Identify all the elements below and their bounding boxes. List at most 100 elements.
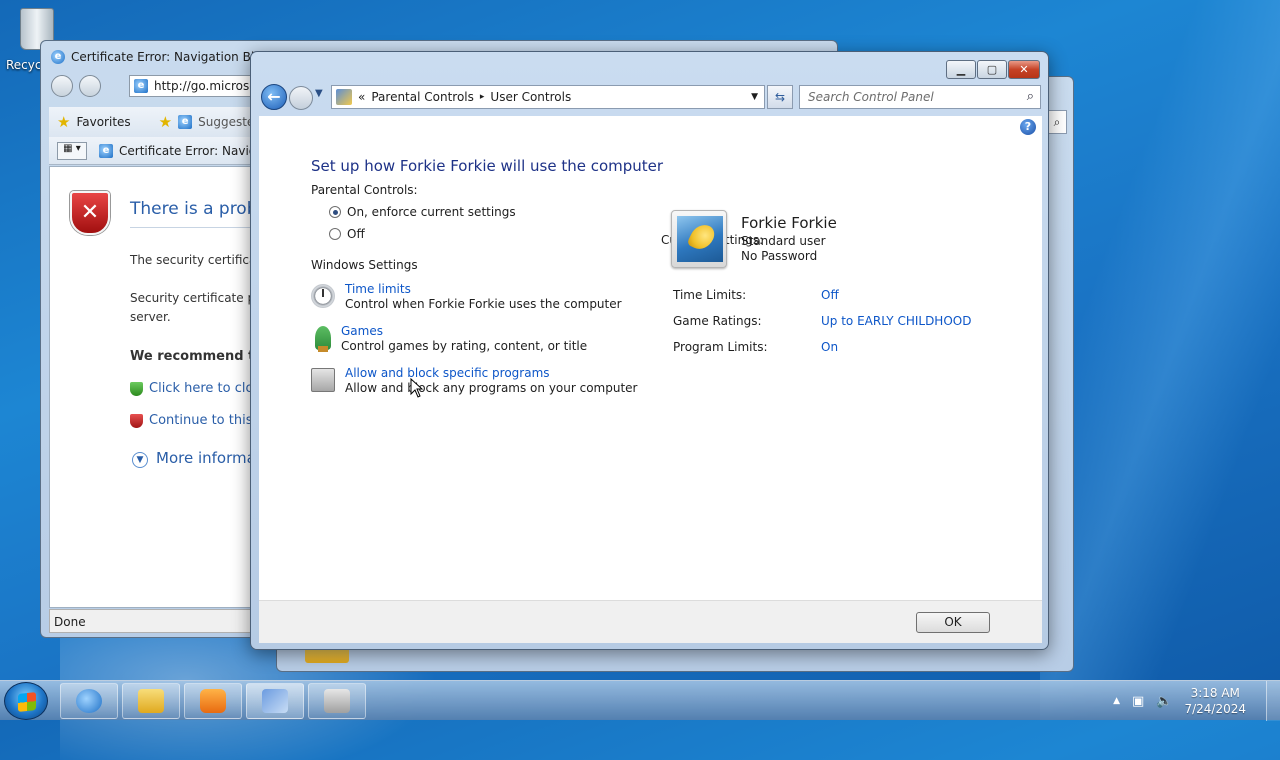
quick-tabs-icon[interactable]: ▦ ▾ bbox=[57, 141, 87, 160]
radio-on-label: On, enforce current settings bbox=[347, 205, 516, 219]
start-button[interactable] bbox=[4, 682, 48, 720]
taskbar: ▲ ▣ 🔈 3:18 AM 7/24/2024 bbox=[0, 680, 1280, 721]
content-area: ? Set up how Forkie Forkie will use the … bbox=[259, 116, 1042, 600]
summary-game-ratings-value: Up to EARLY CHILDHOOD bbox=[821, 314, 972, 328]
address-dropdown-icon[interactable]: ▼ bbox=[751, 92, 758, 102]
suggested-sites-icon: e bbox=[178, 115, 193, 129]
ie-text-line2b: server. bbox=[130, 310, 171, 324]
ie-taskbar-icon bbox=[76, 689, 102, 713]
windows-settings-label: Windows Settings bbox=[311, 258, 418, 272]
system-tray: ▲ ▣ 🔈 3:18 AM 7/24/2024 bbox=[1113, 681, 1272, 721]
summary-game-ratings-label: Game Ratings: bbox=[673, 314, 762, 328]
ie-text-line2a: Security certificate p bbox=[130, 291, 256, 305]
address-bar[interactable]: « Parental Controls ▸ User Controls ▼ bbox=[331, 85, 765, 109]
favorites-button[interactable]: Favorites bbox=[76, 115, 130, 129]
taskbar-program[interactable] bbox=[308, 683, 366, 719]
control-panel-taskbar-icon bbox=[262, 689, 288, 713]
close-page-link[interactable]: Click here to clos bbox=[130, 381, 260, 396]
ie-tab[interactable]: Certificate Error: Navigati bbox=[119, 144, 272, 158]
programs-link[interactable]: Allow and block specific programs bbox=[345, 366, 638, 381]
breadcrumb-overflow[interactable]: « bbox=[358, 90, 365, 104]
show-desktop-button[interactable] bbox=[1266, 681, 1280, 721]
favorites-star-icon: ★ bbox=[57, 113, 71, 131]
user-avatar bbox=[671, 210, 727, 268]
windows-logo-icon bbox=[18, 692, 36, 712]
page-title: Set up how Forkie Forkie will use the co… bbox=[311, 157, 664, 175]
avatar-image bbox=[677, 216, 723, 262]
forward-button[interactable] bbox=[289, 86, 313, 110]
help-icon[interactable]: ? bbox=[1020, 119, 1036, 135]
ie-back-button[interactable] bbox=[51, 75, 73, 97]
desktop-streak bbox=[1040, 0, 1280, 720]
expand-icon: ▼ bbox=[132, 452, 148, 468]
breadcrumb-parental-controls[interactable]: Parental Controls bbox=[371, 90, 474, 104]
refresh-button[interactable]: ⇆ bbox=[767, 85, 793, 109]
add-favorite-icon[interactable]: ★ bbox=[159, 113, 172, 131]
close-page-text: Click here to clos bbox=[149, 381, 261, 396]
setting-time-limits[interactable]: Time limits Control when Forkie Forkie u… bbox=[311, 282, 622, 312]
parental-controls-window[interactable]: ▁ ▢ ✕ ← ▼ « Parental Controls ▸ User Con… bbox=[250, 51, 1049, 650]
network-icon[interactable]: ▣ bbox=[1132, 694, 1144, 709]
media-player-icon bbox=[200, 689, 226, 713]
radio-off-option[interactable]: Off bbox=[329, 227, 365, 241]
more-info-text: More informa bbox=[156, 449, 256, 467]
ie-recommend: We recommend th bbox=[130, 349, 264, 364]
setting-games[interactable]: Games Control games by rating, content, … bbox=[311, 324, 587, 354]
tab-page-icon: e bbox=[99, 143, 113, 158]
breadcrumb-separator-icon[interactable]: ▸ bbox=[480, 92, 485, 102]
maximize-button[interactable]: ▢ bbox=[977, 60, 1007, 79]
ie-divider bbox=[130, 227, 250, 228]
background-search-icon: ⌕ bbox=[1047, 110, 1067, 134]
minimize-button[interactable]: ▁ bbox=[946, 60, 976, 79]
summary-program-limits-label: Program Limits: bbox=[673, 340, 768, 354]
summary-time-limits-value: Off bbox=[821, 288, 839, 302]
error-shield-icon: ✕ bbox=[70, 191, 110, 235]
close-button[interactable]: ✕ bbox=[1008, 60, 1040, 79]
back-button[interactable]: ← bbox=[261, 84, 287, 110]
radio-off-label: Off bbox=[347, 227, 365, 241]
ie-address-text: http://go.microsoft bbox=[154, 79, 266, 93]
tray-time: 3:18 AM bbox=[1190, 686, 1240, 700]
trophy-icon bbox=[315, 326, 331, 352]
taskbar-explorer[interactable] bbox=[122, 683, 180, 719]
green-shield-icon bbox=[130, 381, 143, 396]
ie-title: e Certificate Error: Navigation Blocke bbox=[51, 50, 282, 64]
clock-icon bbox=[311, 284, 335, 308]
radio-off-icon[interactable] bbox=[329, 228, 341, 240]
caption-buttons: ▁ ▢ ✕ bbox=[946, 60, 1040, 79]
time-limits-link[interactable]: Time limits bbox=[345, 282, 622, 297]
continue-text: Continue to this bbox=[149, 413, 253, 428]
show-hidden-icons[interactable]: ▲ bbox=[1113, 696, 1120, 706]
setting-programs[interactable]: Allow and block specific programs Allow … bbox=[311, 366, 638, 396]
more-info-link[interactable]: ▼ More informa bbox=[132, 449, 256, 468]
folder-taskbar-icon bbox=[138, 689, 164, 713]
program-icon bbox=[311, 368, 335, 392]
search-icon[interactable]: ⌕ bbox=[1027, 89, 1034, 104]
ie-status-text: Done bbox=[54, 615, 86, 629]
games-link[interactable]: Games bbox=[341, 324, 587, 339]
radio-on-option[interactable]: On, enforce current settings bbox=[329, 205, 516, 219]
taskbar-control-panel[interactable] bbox=[246, 683, 304, 719]
taskbar-media-player[interactable] bbox=[184, 683, 242, 719]
tray-clock[interactable]: 3:18 AM 7/24/2024 bbox=[1184, 685, 1246, 717]
user-password: No Password bbox=[741, 249, 818, 263]
ie-forward-button[interactable] bbox=[79, 75, 101, 97]
recent-pages-dropdown[interactable]: ▼ bbox=[315, 88, 323, 99]
tray-date: 7/24/2024 bbox=[1184, 702, 1246, 716]
programs-desc: Allow and block any programs on your com… bbox=[345, 381, 638, 395]
ie-icon: e bbox=[51, 50, 65, 64]
breadcrumb-user-controls[interactable]: User Controls bbox=[490, 90, 571, 104]
mouse-cursor-icon bbox=[410, 378, 424, 398]
taskbar-ie[interactable] bbox=[60, 683, 118, 719]
user-type: Standard user bbox=[741, 234, 826, 248]
control-panel-icon bbox=[336, 89, 352, 105]
ok-button[interactable]: OK bbox=[916, 612, 990, 633]
volume-muted-icon[interactable]: 🔈 bbox=[1156, 694, 1172, 709]
ie-text-line1: The security certifica bbox=[130, 253, 257, 267]
parental-controls-label: Parental Controls: bbox=[311, 183, 418, 197]
search-input[interactable]: Search Control Panel ⌕ bbox=[799, 85, 1041, 109]
continue-link[interactable]: Continue to this bbox=[130, 413, 253, 428]
summary-time-limits-label: Time Limits: bbox=[673, 288, 747, 302]
radio-on-icon[interactable] bbox=[329, 206, 341, 218]
leaf-icon bbox=[686, 220, 718, 254]
